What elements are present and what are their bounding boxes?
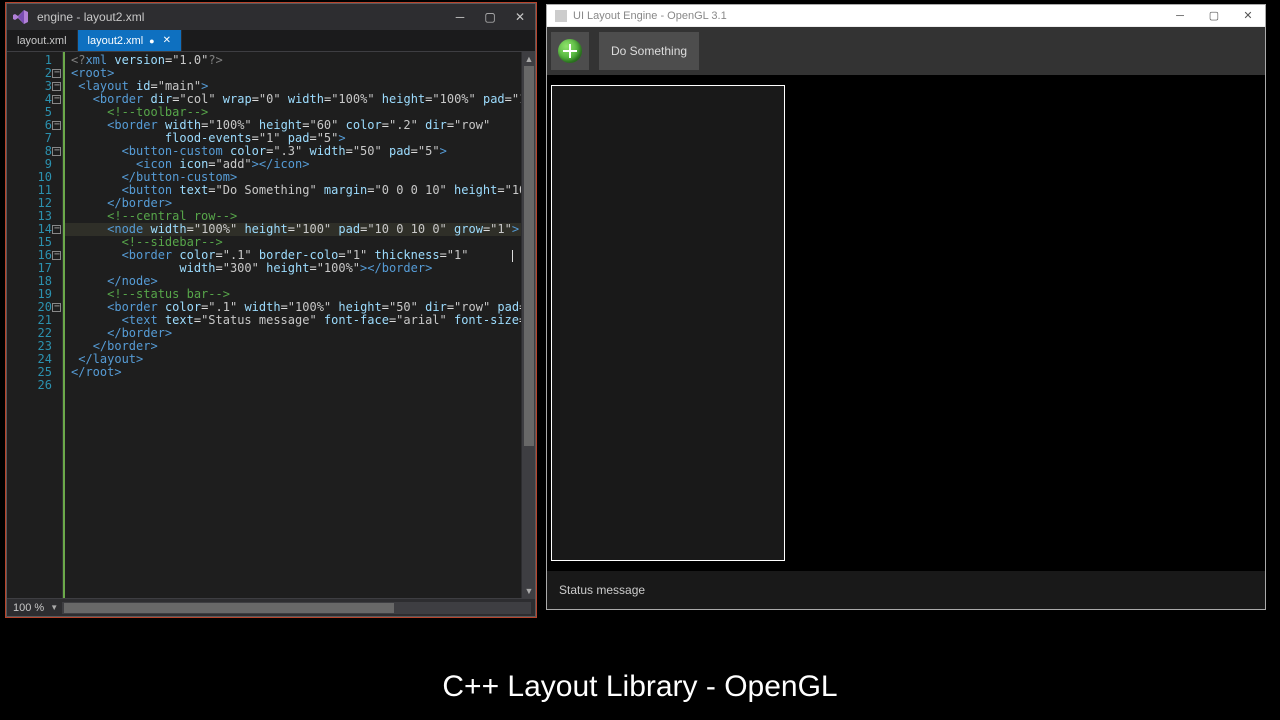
zoom-level[interactable]: 100 % <box>7 602 50 614</box>
tab-layout-xml[interactable]: layout.xml <box>7 30 78 51</box>
fold-toggle-icon[interactable] <box>52 95 61 104</box>
fold-toggle-icon[interactable] <box>52 121 61 130</box>
tab-layout2-xml[interactable]: layout2.xml ● ✕ <box>78 30 182 51</box>
button-label: Do Something <box>611 44 687 58</box>
fold-toggle-icon[interactable] <box>52 82 61 91</box>
ide-statusbar: 100 % ▼ <box>7 598 535 616</box>
app-close-button[interactable]: ✕ <box>1231 5 1265 27</box>
app-titlebar[interactable]: UI Layout Engine - OpenGL 3.1 ─ ▢ ✕ <box>547 5 1265 27</box>
app-statusbar: Status message <box>547 571 1265 609</box>
app-maximize-button[interactable]: ▢ <box>1197 5 1231 27</box>
app-toolbar: Do Something <box>547 27 1265 75</box>
app-title: UI Layout Engine - OpenGL 3.1 <box>573 10 1163 22</box>
ide-title: engine - layout2.xml <box>37 10 445 24</box>
tab-label: layout.xml <box>17 35 67 47</box>
app-window: UI Layout Engine - OpenGL 3.1 ─ ▢ ✕ Do S… <box>546 4 1266 610</box>
add-icon <box>558 39 582 63</box>
vs-logo-icon <box>13 9 29 25</box>
tab-label: layout2.xml <box>88 35 144 47</box>
line-number-gutter: 1234567891011121314151617181920212223242… <box>7 52 63 598</box>
fold-toggle-icon[interactable] <box>52 147 61 156</box>
app-central-row <box>547 75 1265 571</box>
scroll-down-icon[interactable]: ▼ <box>522 584 535 598</box>
ide-window: engine - layout2.xml ─ ▢ ✕ layout.xml la… <box>6 3 536 617</box>
app-minimize-button[interactable]: ─ <box>1163 5 1197 27</box>
tab-close-icon[interactable]: ✕ <box>163 35 171 46</box>
editor[interactable]: 1234567891011121314151617181920212223242… <box>7 52 535 598</box>
ide-titlebar[interactable]: engine - layout2.xml ─ ▢ ✕ <box>7 4 535 30</box>
dirty-indicator-icon: ● <box>149 36 154 46</box>
do-something-button[interactable]: Do Something <box>599 32 699 70</box>
scroll-thumb[interactable] <box>524 66 534 446</box>
app-logo-icon <box>555 10 567 22</box>
code-area[interactable]: <?xml version="1.0"?><root> <layout id="… <box>63 52 521 598</box>
hscroll-thumb[interactable] <box>64 603 394 613</box>
fold-toggle-icon[interactable] <box>52 251 61 260</box>
status-text: Status message <box>559 583 645 597</box>
fold-toggle-icon[interactable] <box>52 225 61 234</box>
add-button[interactable] <box>551 32 589 70</box>
close-button[interactable]: ✕ <box>505 4 535 30</box>
fold-toggle-icon[interactable] <box>52 303 61 312</box>
video-caption: C++ Layout Library - OpenGL <box>0 670 1280 704</box>
maximize-button[interactable]: ▢ <box>475 4 505 30</box>
app-body: Do Something Status message <box>547 27 1265 609</box>
horizontal-scrollbar[interactable] <box>62 602 531 614</box>
vertical-scrollbar[interactable]: ▲ ▼ <box>521 52 535 598</box>
minimize-button[interactable]: ─ <box>445 4 475 30</box>
app-sidebar-panel <box>551 85 785 561</box>
scroll-up-icon[interactable]: ▲ <box>522 52 535 66</box>
fold-toggle-icon[interactable] <box>52 69 61 78</box>
tabstrip: layout.xml layout2.xml ● ✕ <box>7 30 535 52</box>
zoom-dropdown-icon[interactable]: ▼ <box>50 603 58 612</box>
